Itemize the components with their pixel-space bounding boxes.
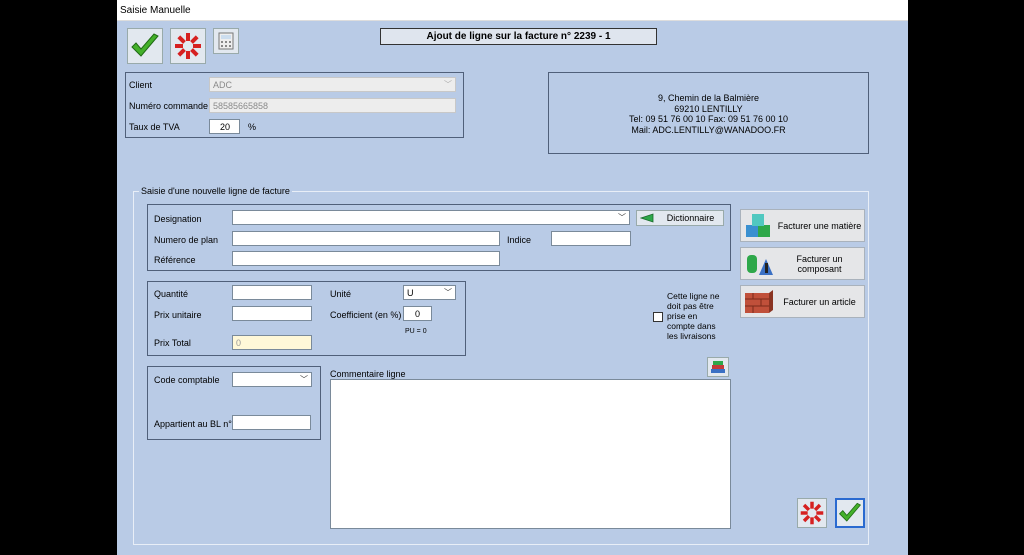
bill-component-button[interactable]: Facturer un composant [740,247,865,280]
shapes-icon [747,254,773,275]
coefficient-label: Coefficient (en %) [330,310,402,320]
title-bar: Saisie Manuelle [117,0,908,21]
arrow-left-icon [640,213,654,223]
comment-label: Commentaire ligne [330,369,406,379]
client-select[interactable]: ADC ﹀ [209,77,456,92]
exclude-line-4: compte dans [667,321,716,331]
exclude-line-3: prise en [667,311,698,321]
company-address: 9, Chemin de la Balmière 69210 LENTILLY … [548,72,869,154]
bill-material-label: Facturer une matière [777,220,862,231]
order-number-field[interactable]: 58585665858 [209,98,456,113]
address-line-4: Mail: ADC.LENTILLY@WANADOO.FR [631,124,786,135]
window: Saisie Manuelle Ajout de ligne sur la fa… [117,0,908,555]
bill-article-button[interactable]: Facturer un article [740,285,865,318]
check-icon [131,33,159,57]
bill-article-label: Facturer un article [783,296,856,307]
books-icon [711,361,725,373]
exclude-delivery-checkbox[interactable] [653,312,663,322]
tva-field[interactable]: 20 [209,119,240,134]
exclude-line-2: doit pas être [667,301,714,311]
plan-field[interactable] [232,231,500,246]
bricks-icon [745,289,773,313]
tva-unit: % [248,122,257,132]
bl-label: Appartient au BL n° [154,419,232,429]
designation-select[interactable]: ﹀ [232,210,630,225]
total-label: Prix Total [154,338,191,348]
exclude-delivery-label: Cette ligne ne doit pas être prise en co… [667,291,719,341]
bottom-validate-button[interactable] [835,498,865,528]
calculator-icon [218,32,234,50]
exclude-line-5: les livraisons [667,331,716,341]
chevron-down-icon: ﹀ [300,375,308,384]
reference-field[interactable] [232,251,500,266]
bill-component-label: Facturer un composant [796,253,843,274]
cancel-icon [175,33,201,59]
account-label: Code comptable [154,375,220,385]
page-title: Ajout de ligne sur la facture n° 2239 - … [380,28,657,45]
quantity-label: Quantité [154,289,189,299]
address-line-1: 9, Chemin de la Balmière [657,93,760,103]
bl-field[interactable] [232,415,311,430]
check-icon [839,502,862,522]
order-number-label: Numéro commande [129,101,209,111]
insert-text-button[interactable] [707,357,729,377]
chevron-down-icon: ﹀ [444,80,452,89]
dictionary-label: Dictionnaire [666,213,715,223]
reference-label: Référence [154,255,196,265]
plan-label: Numero de plan [154,235,219,245]
calculator-button[interactable] [213,28,239,54]
client-label: Client [129,80,153,90]
cancel-button[interactable] [170,28,206,64]
new-line-legend: Saisie d'une nouvelle ligne de facture [139,186,292,196]
validate-button[interactable] [127,28,163,64]
window-title: Saisie Manuelle [120,5,191,16]
designation-label: Designation [154,214,202,224]
bill-material-button[interactable]: Facturer une matière [740,209,865,242]
unit-value: U [407,288,414,298]
address-line-3: Tel: 09 51 76 00 10 Fax: 09 51 76 00 10 [628,114,789,124]
comment-textarea[interactable] [330,379,731,529]
pu-note: PU = 0 [405,328,427,335]
indice-label: Indice [507,235,532,245]
tva-label: Taux de TVA [129,122,180,132]
unit-price-field[interactable] [232,306,312,321]
client-value: ADC [213,80,233,90]
total-field: 0 [232,335,312,350]
dictionary-button[interactable]: Dictionnaire [636,210,724,226]
coefficient-field[interactable]: 0 [403,306,432,321]
chevron-down-icon: ﹀ [444,288,452,297]
unit-label: Unité [330,289,352,299]
exclude-line-1: Cette ligne ne [667,291,720,301]
quantity-field[interactable] [232,285,312,300]
account-select[interactable]: ﹀ [232,372,312,387]
indice-field[interactable] [551,231,631,246]
unit-price-label: Prix unitaire [154,310,202,320]
chevron-down-icon: ﹀ [618,213,626,222]
cancel-icon [800,501,824,525]
cubes-icon [746,213,770,237]
address-line-2: 69210 LENTILLY [674,103,743,114]
bottom-cancel-button[interactable] [797,498,827,528]
unit-select[interactable]: U ﹀ [403,285,456,300]
